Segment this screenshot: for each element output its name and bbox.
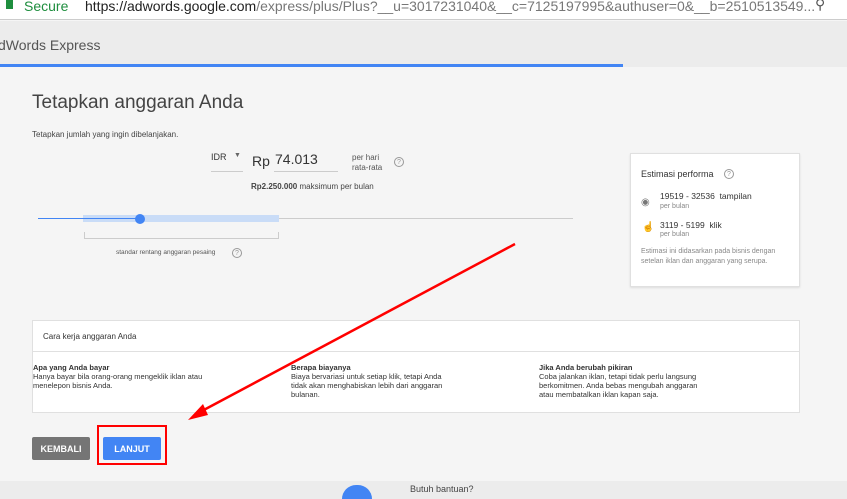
annotation-arrow <box>188 242 516 420</box>
help-text[interactable]: Butuh bantuan? <box>410 484 474 495</box>
help-avatar-icon <box>342 485 372 499</box>
footer: Butuh bantuan? <box>0 481 847 499</box>
